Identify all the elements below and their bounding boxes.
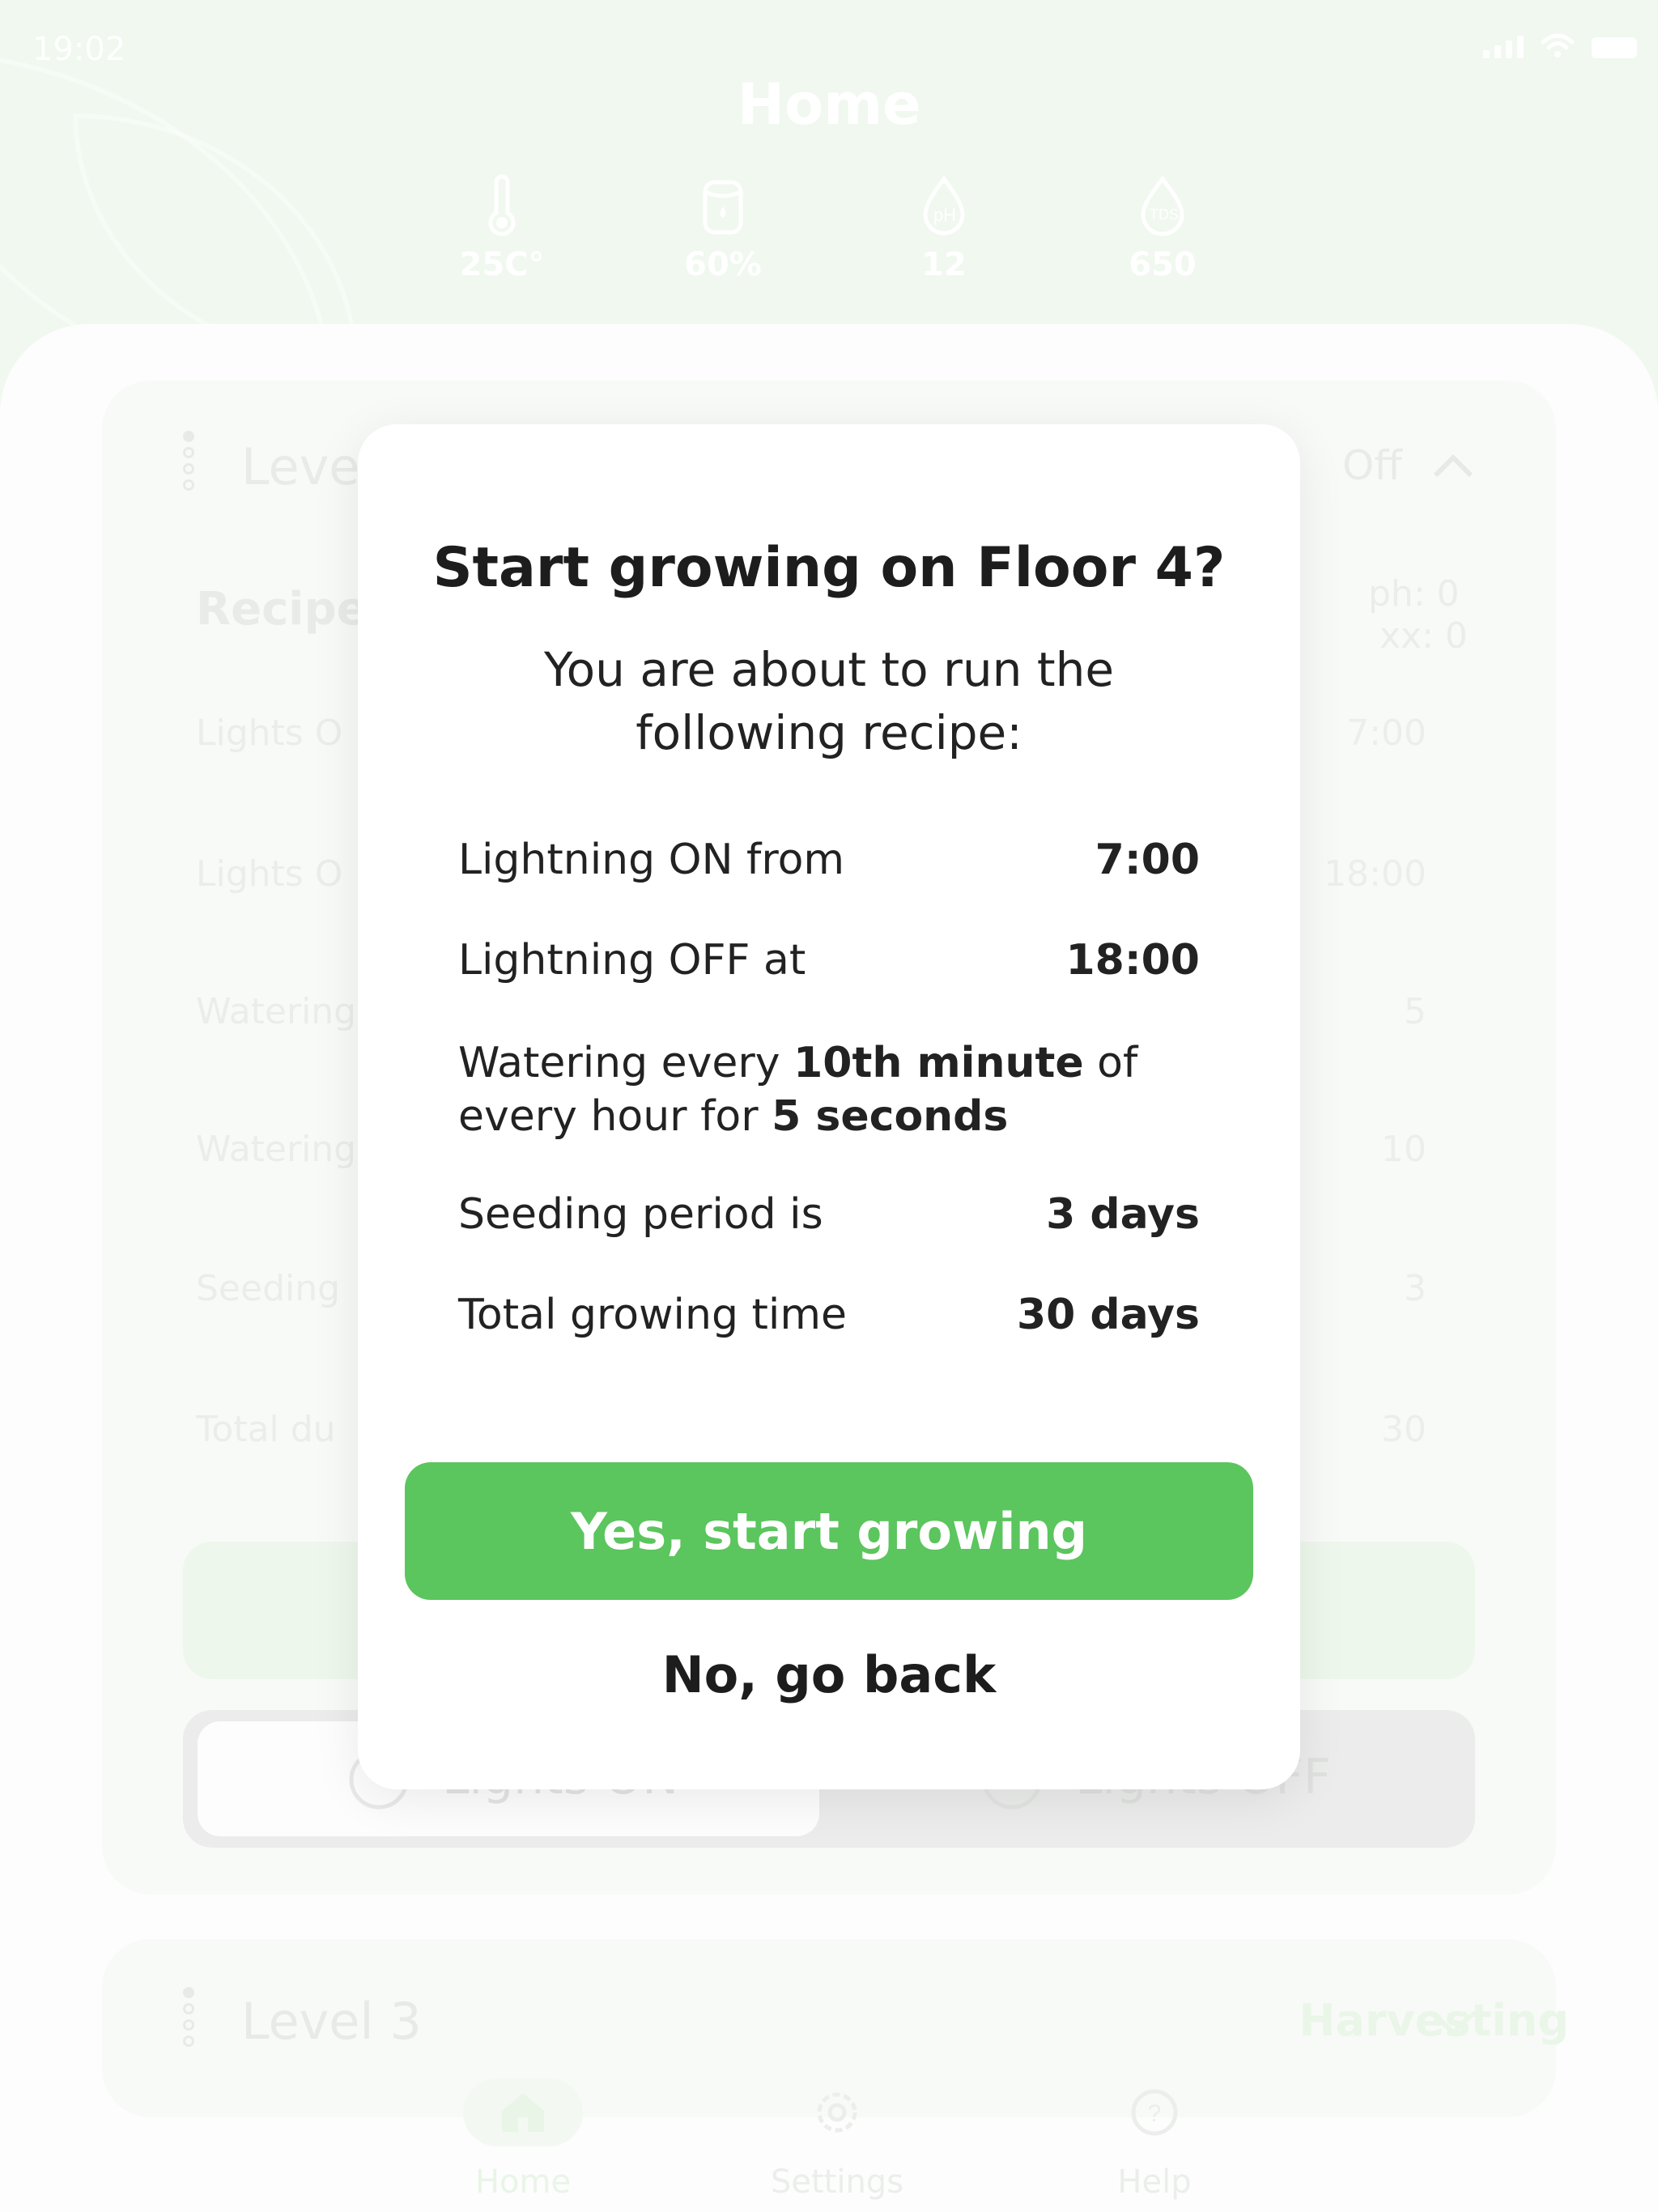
dialog-title: Start growing on Floor 4? [432,536,1226,600]
watering-seconds: 5 seconds [772,1092,1009,1141]
lights-off-value: 18:00 [1065,936,1200,985]
lights-off-label: Lightning OFF at [458,936,806,985]
dialog-subtitle-line: following recipe: [636,705,1022,760]
watering-text: Watering every [458,1039,794,1087]
lights-on-label: Lightning ON from [458,836,845,884]
dialog-subtitle-line: You are about to run the [543,642,1115,697]
confirm-start-button[interactable]: Yes, start growing [405,1462,1253,1600]
dialog-subtitle: You are about to run the following recip… [358,638,1300,764]
seeding-label: Seeding period is [458,1190,823,1239]
cancel-button[interactable]: No, go back [358,1645,1300,1704]
watering-summary: Watering every 10th minute of every hour… [458,1036,1200,1143]
total-value: 30 days [1016,1291,1200,1339]
lights-on-value: 7:00 [1095,836,1200,884]
watering-minute: 10th minute [793,1039,1084,1087]
seeding-value: 3 days [1046,1190,1200,1239]
confirm-dialog: Start growing on Floor 4? You are about … [358,424,1300,1789]
total-label: Total growing time [458,1291,847,1339]
